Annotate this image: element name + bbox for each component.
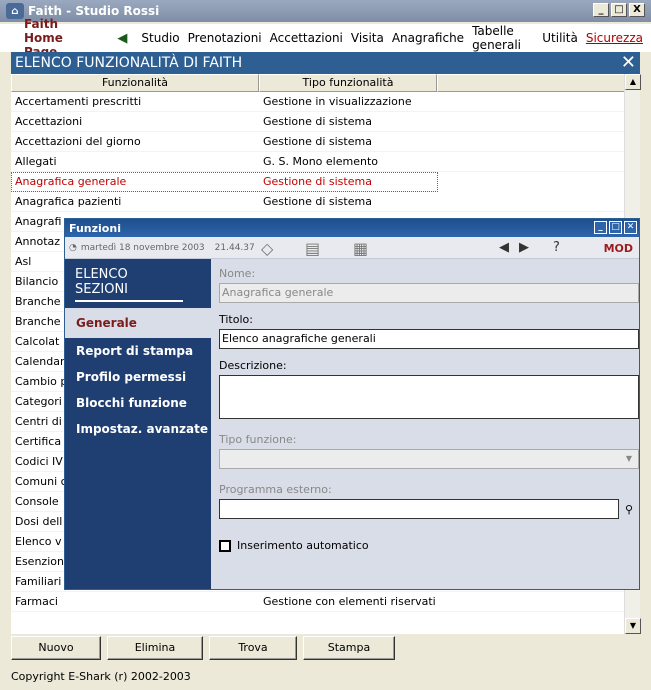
cell-tipo: Gestione in visualizzazione xyxy=(263,95,412,108)
cell-funzionalita: Accettazioni xyxy=(15,115,83,128)
menu-bar: Faith Home Page ◀ Studio Prenotazioni Ac… xyxy=(0,17,651,59)
mode-indicator: MOD xyxy=(603,242,633,255)
section-blocchi-funzione[interactable]: Blocchi funzione xyxy=(65,390,211,416)
dialog-toolbar: ◔ martedì 18 novembre 2003 21.44.37 ◇ ▤ … xyxy=(65,237,639,259)
save-icon[interactable]: ▤ xyxy=(305,239,320,258)
chevron-down-icon[interactable]: ▼ xyxy=(622,452,636,466)
table-row[interactable]: Allegati G. S. Mono elemento xyxy=(11,152,624,172)
find-button[interactable]: Trova xyxy=(209,636,297,660)
table-row[interactable]: Farmaci Gestione con elementi riservati xyxy=(11,592,624,612)
copyright-text: Copyright E-Shark (r) 2002-2003 xyxy=(11,670,191,683)
description-field[interactable] xyxy=(219,375,639,419)
menu-visita[interactable]: Visita xyxy=(351,31,384,45)
auto-insert-checkbox[interactable]: Inserimento automatico xyxy=(219,539,639,552)
dialog-time: 21.44.37 xyxy=(214,242,255,253)
minimize-button[interactable]: _ xyxy=(593,3,609,17)
sections-sidebar: ELENCO SEZIONI Generale Report di stampa… xyxy=(65,259,211,589)
menu-prenotazioni[interactable]: Prenotazioni xyxy=(188,31,262,45)
print-button[interactable]: Stampa xyxy=(303,636,395,660)
cell-funzionalita: Accettazioni del giorno xyxy=(15,135,141,148)
sidebar-title: ELENCO SEZIONI xyxy=(75,267,183,302)
prev-record-icon[interactable]: ◀ xyxy=(499,240,509,255)
cell-tipo: Gestione di sistema xyxy=(263,115,372,128)
cell-funzionalita: Anagrafica pazienti xyxy=(15,195,122,208)
print-icon[interactable]: ▦ xyxy=(353,239,368,258)
window-title: Faith - Studio Rossi xyxy=(28,4,160,18)
column-header-empty xyxy=(437,74,625,92)
table-row[interactable]: Accettazioni Gestione di sistema xyxy=(11,112,624,132)
section-profilo-permessi[interactable]: Profilo permessi xyxy=(65,364,211,390)
list-title-bar: ELENCO FUNZIONALITÀ DI FAITH ✕ xyxy=(11,52,640,74)
delete-button[interactable]: Elimina xyxy=(107,636,203,660)
action-bar: Nuovo Elimina Trova Stampa xyxy=(11,634,640,662)
type-select[interactable]: ▼ xyxy=(219,449,639,469)
grid-header: Funzionalità Tipo funzionalità xyxy=(11,74,640,92)
app-icon: ⌂ xyxy=(6,3,24,19)
program-label: Programma esterno: xyxy=(219,483,332,496)
next-record-icon[interactable]: ▶ xyxy=(519,240,529,255)
maximize-button[interactable]: □ xyxy=(611,3,627,17)
name-field[interactable]: Anagrafica generale xyxy=(219,283,639,303)
description-label: Descrizione: xyxy=(219,359,287,372)
back-arrow-icon[interactable]: ◀ xyxy=(117,31,127,46)
name-label: Nome: xyxy=(219,267,256,280)
close-button[interactable]: X xyxy=(629,3,645,17)
title-label: Titolo: xyxy=(219,313,253,326)
cell-tipo: Gestione con elementi riservati xyxy=(263,595,436,608)
program-field[interactable] xyxy=(219,499,619,519)
table-row[interactable]: Anagrafica generale Gestione di sistema xyxy=(11,172,438,192)
funzioni-dialog: Funzioni _ □ ✕ ◔ martedì 18 novembre 200… xyxy=(64,218,640,590)
dialog-title: Funzioni xyxy=(69,221,121,235)
clock-icon: ◔ xyxy=(69,242,77,253)
type-label: Tipo funzione: xyxy=(219,433,297,446)
menu-studio[interactable]: Studio xyxy=(141,31,179,45)
cell-funzionalita: Anagrafica generale xyxy=(15,175,127,188)
dialog-close-icon[interactable]: ✕ xyxy=(624,221,637,234)
cell-funzionalita: Farmaci xyxy=(15,595,58,608)
help-icon[interactable]: ? xyxy=(553,240,560,255)
eraser-icon[interactable]: ◇ xyxy=(261,239,273,258)
new-button[interactable]: Nuovo xyxy=(11,636,101,660)
dialog-maximize-icon[interactable]: □ xyxy=(609,221,622,234)
cell-funzionalita: Allegati xyxy=(15,155,57,168)
checkbox-icon[interactable] xyxy=(219,539,231,552)
table-row[interactable]: Accertamenti prescritti Gestione in visua… xyxy=(11,92,624,112)
scroll-up-icon[interactable]: ▲ xyxy=(625,74,641,90)
dialog-minimize-icon[interactable]: _ xyxy=(594,221,607,234)
column-header-funzionalita[interactable]: Funzionalità xyxy=(11,74,259,92)
table-row[interactable]: Anagrafica pazienti Gestione di sistema xyxy=(11,192,624,212)
menu-utilita[interactable]: Utilità xyxy=(542,31,578,45)
general-form: Nome: Anagrafica generale Titolo: Elenco… xyxy=(219,267,639,552)
column-header-tipo[interactable]: Tipo funzionalità xyxy=(259,74,437,92)
menu-anagrafiche[interactable]: Anagrafiche xyxy=(392,31,464,45)
scroll-down-icon[interactable]: ▼ xyxy=(625,618,641,634)
close-list-icon[interactable]: ✕ xyxy=(621,52,636,74)
title-field[interactable]: Elenco anagrafiche generali xyxy=(219,329,639,349)
cell-tipo: Gestione di sistema xyxy=(263,135,372,148)
menu-accettazioni[interactable]: Accettazioni xyxy=(270,31,343,45)
list-title: ELENCO FUNZIONALITÀ DI FAITH xyxy=(15,55,243,71)
dialog-date: martedì 18 novembre 2003 xyxy=(80,242,205,253)
auto-insert-label: Inserimento automatico xyxy=(237,539,369,552)
section-impostazioni-avanzate[interactable]: Impostaz. avanzate xyxy=(65,416,211,442)
dialog-titlebar: Funzioni _ □ ✕ xyxy=(65,219,639,237)
section-generale[interactable]: Generale xyxy=(65,308,211,338)
menu-tabelle-generali[interactable]: Tabelle generali xyxy=(472,24,534,52)
cell-funzionalita: Accertamenti prescritti xyxy=(15,95,142,108)
cell-tipo: Gestione di sistema xyxy=(263,175,372,188)
cell-tipo: Gestione di sistema xyxy=(263,195,372,208)
table-row[interactable]: Accettazioni del giorno Gestione di siste… xyxy=(11,132,624,152)
section-report-di-stampa[interactable]: Report di stampa xyxy=(65,338,211,364)
cell-tipo: G. S. Mono elemento xyxy=(263,155,379,168)
pin-icon[interactable]: ⚲ xyxy=(625,503,633,516)
menu-sicurezza[interactable]: Sicurezza xyxy=(586,31,643,45)
